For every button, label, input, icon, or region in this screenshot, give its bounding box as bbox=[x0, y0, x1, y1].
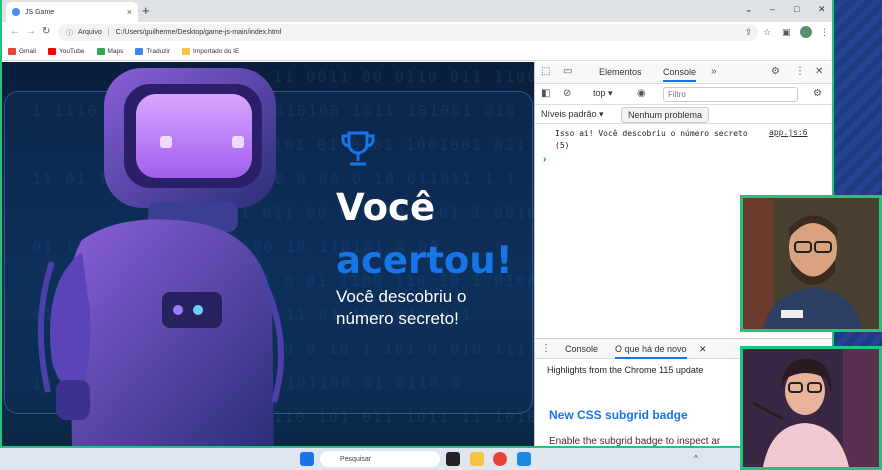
webcam-presenter-2 bbox=[740, 346, 882, 470]
tab-elementos[interactable]: Elementos bbox=[599, 67, 642, 77]
bookmark-label: Traduzir bbox=[146, 48, 171, 55]
browser-window: JS Game × + ⌄ – □ ✕ ← → ↻ ⓘ Arquivo | C:… bbox=[0, 0, 834, 448]
bookmark-label: Maps bbox=[107, 48, 124, 55]
tab-favicon-icon bbox=[12, 8, 20, 16]
bookmark-label: Gmail bbox=[19, 48, 36, 55]
whats-new-feature-link[interactable]: New CSS subgrid badge bbox=[549, 408, 688, 422]
whats-new-heading: Highlights from the Chrome 115 update bbox=[547, 365, 704, 375]
device-toolbar-icon[interactable]: ▭ bbox=[563, 66, 572, 77]
title-acertou: acertou! bbox=[336, 239, 513, 282]
whats-new-feature-text: Enable the subgrid badge to inspect ar bbox=[549, 436, 721, 447]
live-expression-eye-icon[interactable]: ◉ bbox=[637, 88, 646, 99]
start-menu-icon[interactable] bbox=[300, 452, 314, 466]
tab-console[interactable]: Console bbox=[663, 67, 697, 82]
context-select[interactable]: top ▾ bbox=[593, 88, 613, 99]
youtube-icon bbox=[47, 48, 56, 55]
title-voce: Você bbox=[336, 186, 436, 229]
info-icon: ⓘ bbox=[66, 29, 73, 37]
address-url: C:/Users/guilherme/Desktop/game-js-main/… bbox=[115, 29, 282, 36]
maps-icon bbox=[96, 48, 105, 55]
tab-close-icon[interactable]: × bbox=[127, 7, 132, 17]
bookmarks-bar: Gmail YouTube Maps Traduzir Importado do… bbox=[2, 43, 832, 61]
chrome-icon[interactable] bbox=[493, 452, 507, 466]
bookmark-traduzir[interactable]: Traduzir bbox=[135, 48, 170, 55]
tab-search-icon[interactable]: ⌄ bbox=[745, 4, 753, 15]
share-icon[interactable]: ⇪ bbox=[745, 27, 753, 38]
translate-icon bbox=[135, 48, 144, 55]
back-icon[interactable]: ← bbox=[10, 26, 20, 37]
more-tabs-icon[interactable]: » bbox=[711, 66, 717, 77]
levels-dropdown[interactable]: Níveis padrão ▾ bbox=[541, 109, 604, 120]
context-value: top bbox=[593, 88, 606, 98]
close-devtools-icon[interactable]: ✕ bbox=[815, 66, 823, 77]
new-tab-button[interactable]: + bbox=[142, 3, 150, 18]
taskbar-search-label: Pesquisar bbox=[340, 455, 372, 463]
windows-taskbar: Pesquisar ^ bbox=[0, 448, 740, 470]
bookmark-gmail[interactable]: Gmail bbox=[8, 48, 36, 55]
trophy-icon bbox=[341, 131, 375, 166]
side-panel-icon[interactable]: ▣ bbox=[782, 27, 791, 38]
tab-title: JS Game bbox=[25, 8, 55, 16]
presenter-1-image bbox=[743, 198, 879, 329]
console-toolbar: ◧ ⊘ top ▾ ◉ Filtro ⚙ bbox=[535, 84, 832, 105]
sidebar-toggle-icon[interactable]: ◧ bbox=[541, 88, 550, 99]
result-subtitle: Você descobriu o número secreto! bbox=[336, 287, 467, 328]
drawer-tab-whats-new[interactable]: O que há de novo bbox=[615, 344, 687, 359]
drawer-tab-console[interactable]: Console bbox=[565, 344, 598, 354]
forward-icon[interactable]: → bbox=[26, 26, 36, 37]
profile-avatar[interactable] bbox=[800, 26, 812, 38]
game-page: 0 110 0110 11 0011 00 0110 011 1100 0110… bbox=[2, 62, 534, 446]
browser-menu-icon[interactable]: ⋮ bbox=[820, 27, 829, 38]
address-prefix: Arquivo bbox=[78, 29, 102, 36]
vscode-icon[interactable] bbox=[517, 452, 531, 466]
devtools-menu-icon[interactable]: ⋮ bbox=[795, 66, 805, 77]
bookmark-label: YouTube bbox=[58, 48, 85, 55]
console-settings-icon[interactable]: ⚙ bbox=[813, 88, 822, 99]
bookmark-label: Importado do IE bbox=[193, 48, 240, 55]
bookmark-folder-ie[interactable]: Importado do IE bbox=[182, 48, 239, 55]
bookmark-youtube[interactable]: YouTube bbox=[47, 48, 85, 55]
close-window-button[interactable]: ✕ bbox=[818, 4, 826, 15]
epic-games-icon[interactable] bbox=[446, 452, 460, 466]
folder-icon bbox=[182, 48, 191, 55]
astronaut-robot-illustration bbox=[37, 68, 285, 446]
maximize-button[interactable]: □ bbox=[794, 4, 799, 14]
presenter-2-image bbox=[743, 349, 879, 467]
minimize-button[interactable]: – bbox=[770, 4, 775, 14]
console-log-source-link[interactable]: app.js:6 bbox=[769, 128, 808, 137]
console-log-message: Isso ai! Você descobriu o número secreto… bbox=[555, 129, 748, 150]
levels-label: Níveis padrão bbox=[541, 109, 597, 119]
reload-icon[interactable]: ↻ bbox=[42, 26, 50, 37]
clear-console-icon[interactable]: ⊘ bbox=[563, 88, 571, 99]
devtools-tab-bar: ⬚ ▭ Elementos Console » ⚙ ⋮ ✕ bbox=[535, 62, 832, 84]
filter-input[interactable]: Filtro bbox=[663, 87, 798, 102]
tab-strip: JS Game × + ⌄ – □ ✕ bbox=[2, 0, 832, 22]
file-explorer-icon[interactable] bbox=[470, 452, 484, 466]
console-prompt[interactable]: › bbox=[543, 154, 546, 165]
bookmark-star-icon[interactable]: ☆ bbox=[763, 27, 771, 38]
address-input[interactable]: ⓘ Arquivo | C:/Users/guilherme/Desktop/g… bbox=[58, 24, 758, 41]
browser-tab[interactable]: JS Game × bbox=[6, 2, 138, 22]
levels-bar: Níveis padrão ▾ Nenhum problema bbox=[535, 105, 832, 124]
webcam-presenter-1 bbox=[740, 195, 882, 332]
issues-button[interactable]: Nenhum problema bbox=[621, 107, 710, 123]
tray-chevron-icon[interactable]: ^ bbox=[694, 454, 702, 463]
drawer-menu-icon[interactable]: ⋮ bbox=[541, 343, 551, 354]
settings-gear-icon[interactable]: ⚙ bbox=[771, 66, 780, 77]
address-separator: | bbox=[107, 29, 110, 36]
drawer-tab-close-icon[interactable]: ✕ bbox=[699, 344, 707, 355]
bookmark-maps[interactable]: Maps bbox=[96, 48, 124, 55]
taskbar-search-input[interactable]: Pesquisar bbox=[320, 451, 440, 467]
inspect-element-icon[interactable]: ⬚ bbox=[541, 66, 550, 77]
address-bar-row: ← → ↻ ⓘ Arquivo | C:/Users/guilherme/Des… bbox=[2, 22, 832, 43]
gmail-icon bbox=[8, 48, 16, 55]
